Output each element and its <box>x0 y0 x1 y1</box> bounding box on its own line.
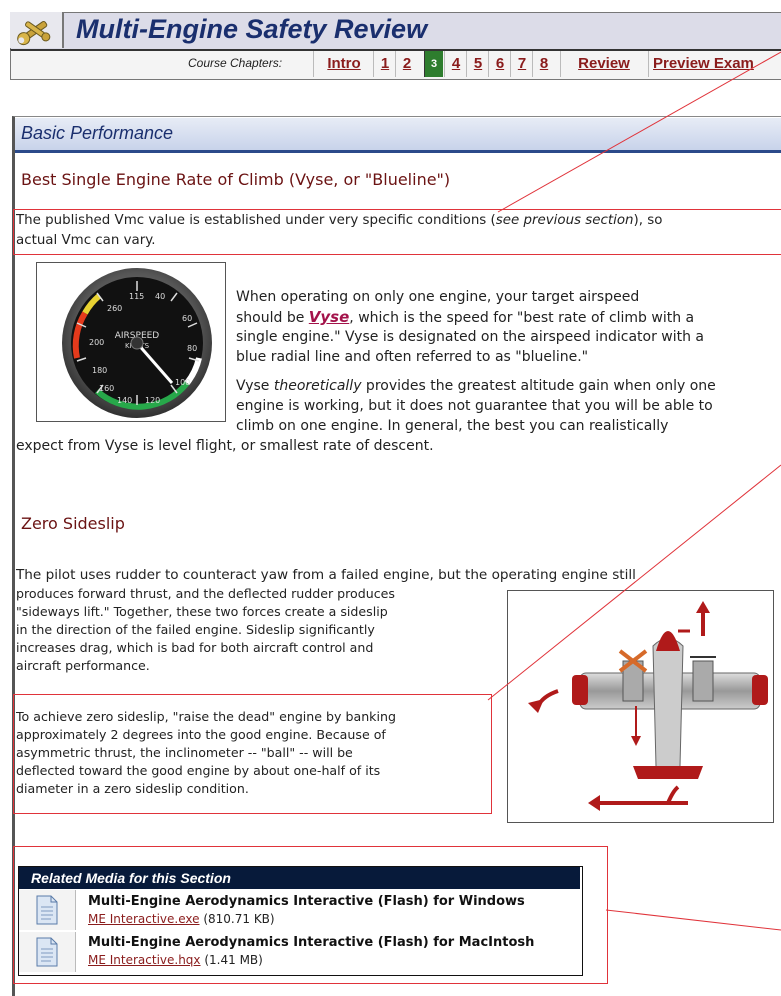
sideslip-para2-line3: asymmetric thrust, the inclinometer -- "… <box>16 745 353 760</box>
sideslip-para1-line4: in the direction of the failed engine. S… <box>16 622 375 637</box>
gauge-tick-label: 100 <box>175 378 190 387</box>
vyse-para1-line4: blue radial line and often referred to a… <box>236 349 589 365</box>
media-item-1-size: (810.71 KB) <box>203 912 275 926</box>
sideslip-para2-line5: diameter in a zero sideslip condition. <box>16 781 249 796</box>
gauge-tick-label: 80 <box>187 344 197 353</box>
sideslip-heading: Zero Sideslip <box>21 514 125 533</box>
vyse-para2-line2: engine is working, but it does not guara… <box>236 398 713 414</box>
gauge-tick-label: 260 <box>107 304 122 313</box>
chapter-link-7[interactable]: 7 <box>510 51 533 77</box>
gauge-tick-label: 115 <box>129 292 144 301</box>
media-item-1-download-link[interactable]: ME Interactive.exe <box>88 912 200 926</box>
chapter-link-1[interactable]: 1 <box>373 51 396 77</box>
vyse-para2-line1: Vyse theoretically provides the greatest… <box>236 378 716 394</box>
vyse-para1-line3: single engine." Vyse is designated on th… <box>236 329 705 345</box>
vyse-heading: Best Single Engine Rate of Climb (Vyse, … <box>21 170 451 189</box>
gauge-tick-label: 140 <box>117 396 132 405</box>
airspeed-gauge-icon: AIRSPEED KNOTS 115 260 40 60 200 80 180 … <box>62 268 212 418</box>
airplane-forces-icon <box>528 601 768 811</box>
sideslip-para2-line1: To achieve zero sideslip, "raise the dea… <box>16 709 396 724</box>
vyse-para1-line1: When operating on only one engine, your … <box>236 289 640 305</box>
sideslip-diagram-image <box>507 590 774 823</box>
vyse-para2-line4: expect from Vyse is level flight, or sma… <box>16 438 434 454</box>
chapter-link-4[interactable]: 4 <box>444 51 467 77</box>
chapter-link-2[interactable]: 2 <box>395 51 418 77</box>
media-item-1-link-row: ME Interactive.exe (810.71 KB) <box>88 912 275 926</box>
wrench-icon <box>17 20 51 46</box>
chapter-link-6[interactable]: 6 <box>488 51 511 77</box>
media-item-2-size: (1.41 MB) <box>204 953 263 967</box>
airspeed-indicator-image: AIRSPEED KNOTS 115 260 40 60 200 80 180 … <box>36 262 226 422</box>
intro-paragraph-line2: actual Vmc can vary. <box>16 233 156 248</box>
media-item-2-title: Multi-Engine Aerodynamics Interactive (F… <box>88 935 535 950</box>
chapter-link-3-active[interactable]: 3 <box>424 51 443 77</box>
sideslip-para1-line5: increases drag, which is bad for both ai… <box>16 640 374 655</box>
gauge-tick-label: 40 <box>155 292 165 301</box>
gauge-tick-label: 120 <box>145 396 160 405</box>
page-title: Multi-Engine Safety Review <box>76 14 428 44</box>
file-icon[interactable] <box>19 932 75 972</box>
chapter-link-8[interactable]: 8 <box>532 51 555 77</box>
media-item-1-title: Multi-Engine Aerodynamics Interactive (F… <box>88 894 525 909</box>
chapter-link-intro[interactable]: Intro <box>313 51 374 77</box>
vyse-para1-line2: should be Vyse, which is the speed for "… <box>236 308 695 326</box>
media-item-2-link-row: ME Interactive.hqx (1.41 MB) <box>88 953 263 967</box>
section-title: Basic Performance <box>21 123 174 143</box>
gauge-tick-label: 160 <box>99 384 114 393</box>
chapter-nav-label: Course Chapters: <box>188 56 283 70</box>
media-item-2-icon-cell <box>19 932 76 972</box>
related-media-title: Related Media for this Section <box>31 870 231 886</box>
logo <box>10 12 64 48</box>
media-item-2-download-link[interactable]: ME Interactive.hqx <box>88 953 201 967</box>
vyse-para2-line3: climb on one engine. In general, the bes… <box>236 418 669 434</box>
chapter-link-preview-exam[interactable]: Preview Exam <box>648 51 781 77</box>
vyse-term: Vyse <box>308 308 350 326</box>
media-item-1-icon-cell <box>19 890 76 930</box>
sideslip-para2-line2: approximately 2 degrees into the good en… <box>16 727 386 742</box>
gauge-tick-label: 200 <box>89 338 104 347</box>
file-icon[interactable] <box>19 890 75 930</box>
sideslip-para1-line3: "sideways lift." Together, these two for… <box>16 604 388 619</box>
sideslip-para1-line2: produces forward thrust, and the deflect… <box>16 586 395 601</box>
chapter-link-review[interactable]: Review <box>560 51 647 77</box>
gauge-tick-label: 180 <box>92 366 107 375</box>
chapter-link-5[interactable]: 5 <box>466 51 489 77</box>
sideslip-para1-line1: The pilot uses rudder to counteract yaw … <box>16 567 636 583</box>
sideslip-para1-line6: aircraft performance. <box>16 658 150 673</box>
intro-paragraph-line1: The published Vmc value is established u… <box>16 213 663 228</box>
sideslip-para2-line4: deflected toward the good engine by abou… <box>16 763 381 778</box>
gauge-tick-label: 60 <box>182 314 192 323</box>
